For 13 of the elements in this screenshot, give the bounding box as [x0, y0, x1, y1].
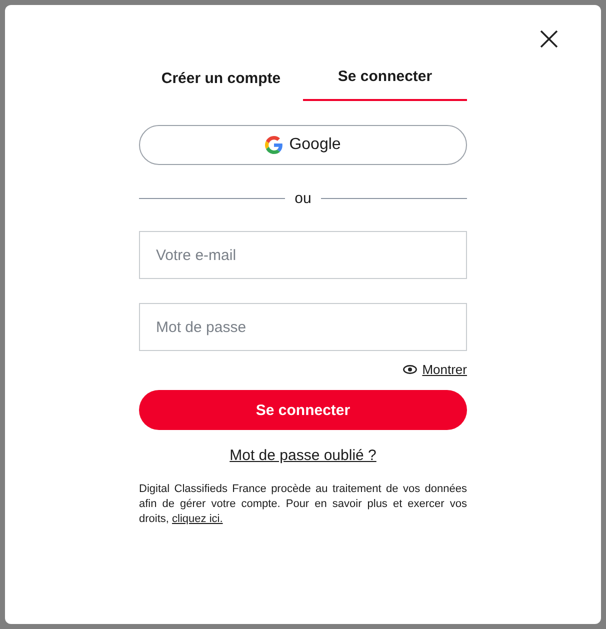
divider-label: ou	[294, 190, 312, 207]
tab[interactable]: Se connecter	[303, 58, 467, 101]
google-button[interactable]: Google	[139, 125, 467, 165]
show-password-button[interactable]: Montrer	[403, 362, 467, 377]
email-field[interactable]: Votre e-mail	[139, 231, 467, 279]
privacy-link[interactable]: cliquez ici.	[172, 513, 223, 525]
privacy-notice: Digital Classifieds France procède au traitement de vos données afin de gérer votre compte. Pour en savoir plus et exercer vos droits, cliquez ici.	[139, 482, 467, 527]
tab[interactable]: Créer un compte	[139, 58, 303, 101]
password-field[interactable]: Mot de passe	[139, 303, 467, 351]
forgot-password-link[interactable]: Mot de passe oublié ?	[230, 447, 376, 464]
google-logo-icon	[265, 136, 284, 154]
eye-icon	[403, 365, 418, 374]
login-button[interactable]: Se connecter	[139, 390, 467, 430]
